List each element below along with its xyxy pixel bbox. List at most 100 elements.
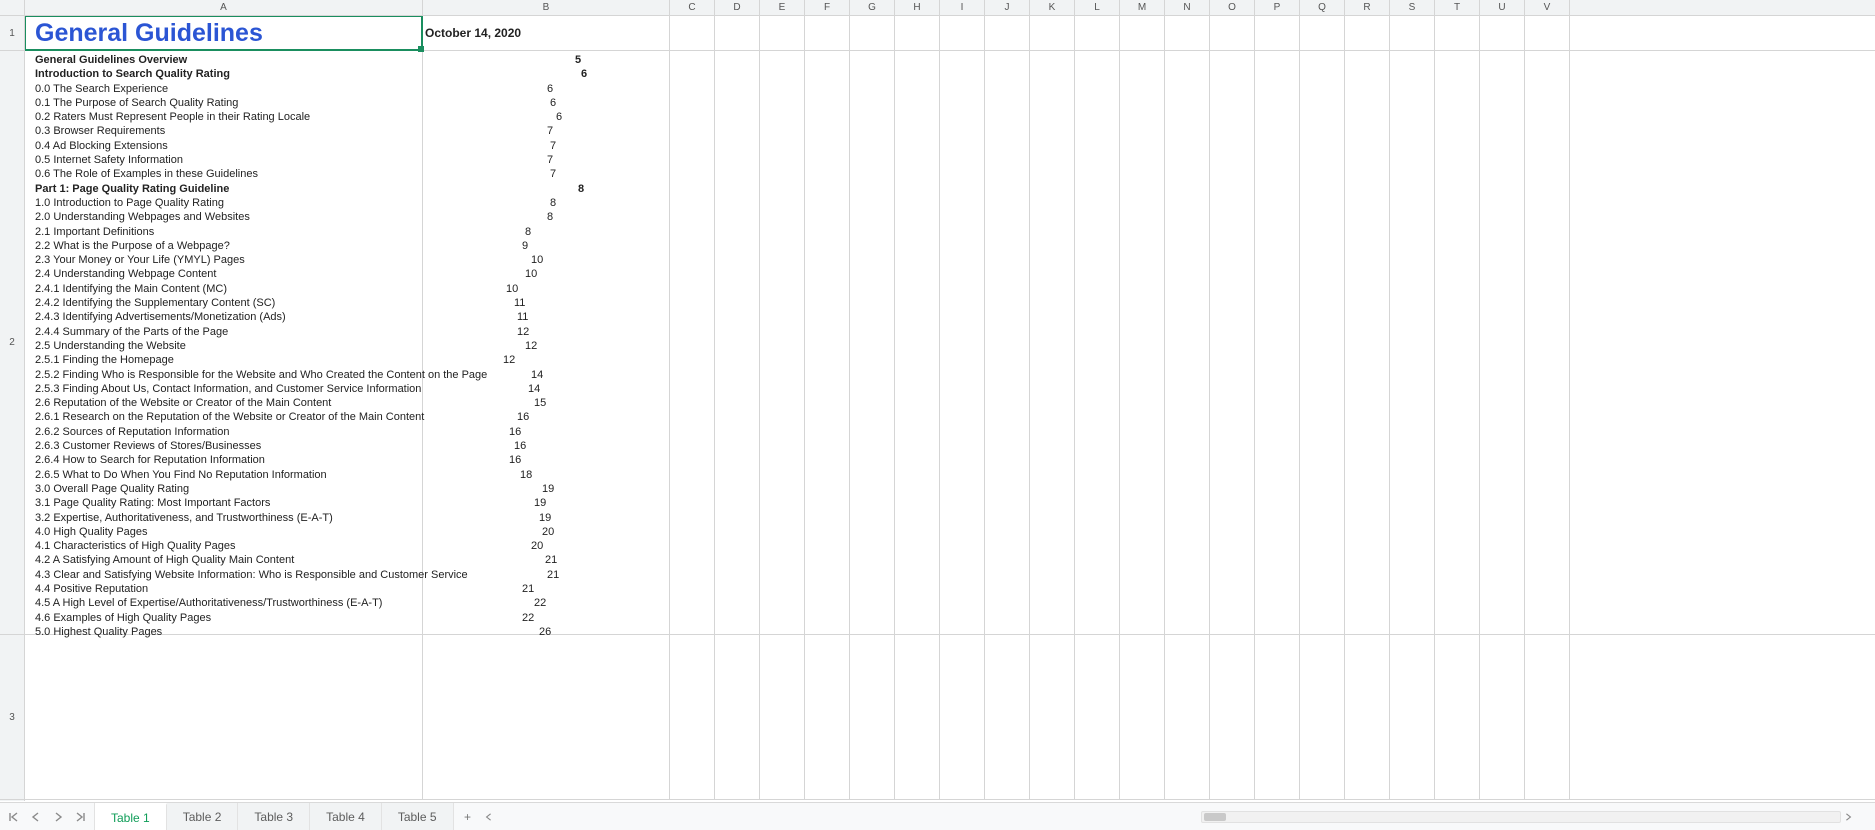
cell-A3[interactable] [25,635,423,799]
cell[interactable] [1390,16,1435,50]
cell[interactable] [1165,16,1210,50]
cell[interactable] [1165,635,1210,799]
sheet-tab[interactable]: Table 1 [95,803,167,830]
col-header-J[interactable]: J [985,0,1030,15]
cell[interactable] [1390,635,1435,799]
col-header-U[interactable]: U [1480,0,1525,15]
col-header-K[interactable]: K [1030,0,1075,15]
cell[interactable] [1120,16,1165,50]
cell[interactable] [1075,16,1120,50]
cell[interactable] [1210,16,1255,50]
cell[interactable] [1480,16,1525,50]
cell[interactable] [1210,51,1255,634]
cell[interactable] [895,51,940,634]
cell[interactable] [1300,16,1345,50]
cell[interactable] [850,16,895,50]
col-header-D[interactable]: D [715,0,760,15]
cell[interactable] [1255,51,1300,634]
cell[interactable] [940,16,985,50]
cell[interactable] [670,51,715,634]
cell[interactable] [1345,635,1390,799]
cell[interactable] [760,635,805,799]
col-header-M[interactable]: M [1120,0,1165,15]
cell[interactable] [1030,16,1075,50]
cell[interactable] [1525,635,1570,799]
cell[interactable] [805,16,850,50]
col-header-G[interactable]: G [850,0,895,15]
row-header-3[interactable]: 3 [0,635,24,800]
col-header-Q[interactable]: Q [1300,0,1345,15]
row-header-2[interactable]: 2 [0,51,24,635]
col-header-T[interactable]: T [1435,0,1480,15]
tab-prev-icon[interactable] [28,809,44,825]
col-header-C[interactable]: C [670,0,715,15]
cell[interactable] [1480,635,1525,799]
cell[interactable] [1255,16,1300,50]
cell[interactable] [1435,16,1480,50]
col-header-N[interactable]: N [1165,0,1210,15]
tab-last-icon[interactable] [72,809,88,825]
cell[interactable] [985,51,1030,634]
cell-A2[interactable]: General Guidelines OverviewIntroduction … [25,51,423,634]
col-header-P[interactable]: P [1255,0,1300,15]
cell[interactable] [805,635,850,799]
col-header-L[interactable]: L [1075,0,1120,15]
cell[interactable] [895,635,940,799]
cell[interactable] [1075,635,1120,799]
cell[interactable] [670,635,715,799]
tab-next-icon[interactable] [50,809,66,825]
cell[interactable] [760,51,805,634]
sheet-tab[interactable]: Table 2 [167,803,239,830]
col-header-H[interactable]: H [895,0,940,15]
cell-B3[interactable] [423,635,670,799]
cell[interactable] [1210,635,1255,799]
col-header-V[interactable]: V [1525,0,1570,15]
hscroll-left-icon[interactable] [482,810,496,824]
col-header-F[interactable]: F [805,0,850,15]
cell[interactable] [715,51,760,634]
cell[interactable] [1075,51,1120,634]
cell[interactable] [1120,635,1165,799]
cell[interactable] [715,16,760,50]
grid-area[interactable]: General Guidelines October 14, 2020 Gene… [25,16,1875,801]
sheet-tab[interactable]: Table 4 [310,803,382,830]
cell[interactable] [1255,635,1300,799]
hscroll-right-icon[interactable] [1841,810,1855,824]
col-header-R[interactable]: R [1345,0,1390,15]
col-header-E[interactable]: E [760,0,805,15]
hscroll-thumb[interactable] [1204,813,1226,821]
cell[interactable] [715,635,760,799]
cell[interactable] [1435,635,1480,799]
cell[interactable] [1435,51,1480,634]
cell[interactable] [1120,51,1165,634]
cell[interactable] [1165,51,1210,634]
cell[interactable] [985,635,1030,799]
cell-A1[interactable]: General Guidelines [25,16,423,50]
sheet-tab[interactable]: Table 3 [238,803,310,830]
row-header-1[interactable]: 1 [0,16,24,51]
select-all-corner[interactable] [0,0,25,15]
tab-first-icon[interactable] [6,809,22,825]
cell[interactable] [1300,635,1345,799]
col-header-A[interactable]: A [25,0,423,15]
cell-B2[interactable]: 5666677778888910101011111212121414151616… [423,51,670,634]
cell[interactable] [940,635,985,799]
cell[interactable] [1525,51,1570,634]
cell[interactable] [1525,16,1570,50]
cell[interactable] [985,16,1030,50]
cell[interactable] [1030,51,1075,634]
col-header-B[interactable]: B [423,0,670,15]
cell[interactable] [895,16,940,50]
cell[interactable] [850,635,895,799]
hscroll-track[interactable] [1201,811,1841,823]
sheet-tab[interactable]: Table 5 [382,803,454,830]
cell[interactable] [670,16,715,50]
cell[interactable] [760,16,805,50]
cell[interactable] [940,51,985,634]
cell[interactable] [850,51,895,634]
cell[interactable] [1345,16,1390,50]
cell[interactable] [1030,635,1075,799]
col-header-O[interactable]: O [1210,0,1255,15]
cell[interactable] [1345,51,1390,634]
cell-B1[interactable]: October 14, 2020 [423,16,670,50]
